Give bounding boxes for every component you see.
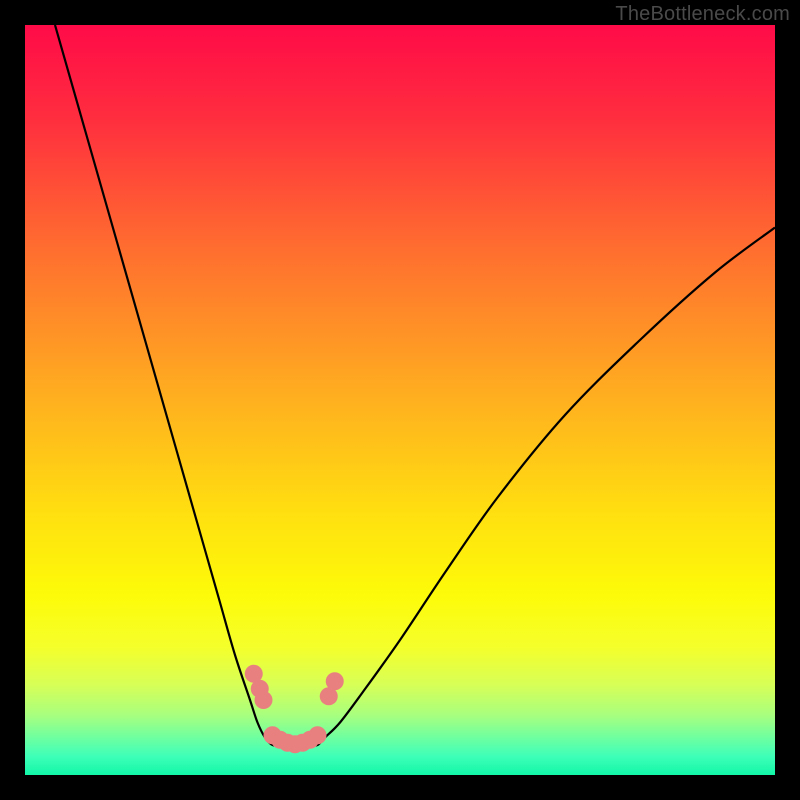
left-curve bbox=[55, 25, 280, 746]
chart-frame: TheBottleneck.com bbox=[0, 0, 800, 800]
curves-layer bbox=[25, 25, 775, 775]
marker-dot bbox=[309, 726, 327, 744]
plot-area bbox=[25, 25, 775, 775]
highlight-dots bbox=[245, 665, 344, 754]
marker-dot bbox=[255, 691, 273, 709]
watermark-text: TheBottleneck.com bbox=[615, 3, 790, 26]
marker-dot bbox=[326, 672, 344, 690]
right-curve bbox=[310, 228, 775, 746]
